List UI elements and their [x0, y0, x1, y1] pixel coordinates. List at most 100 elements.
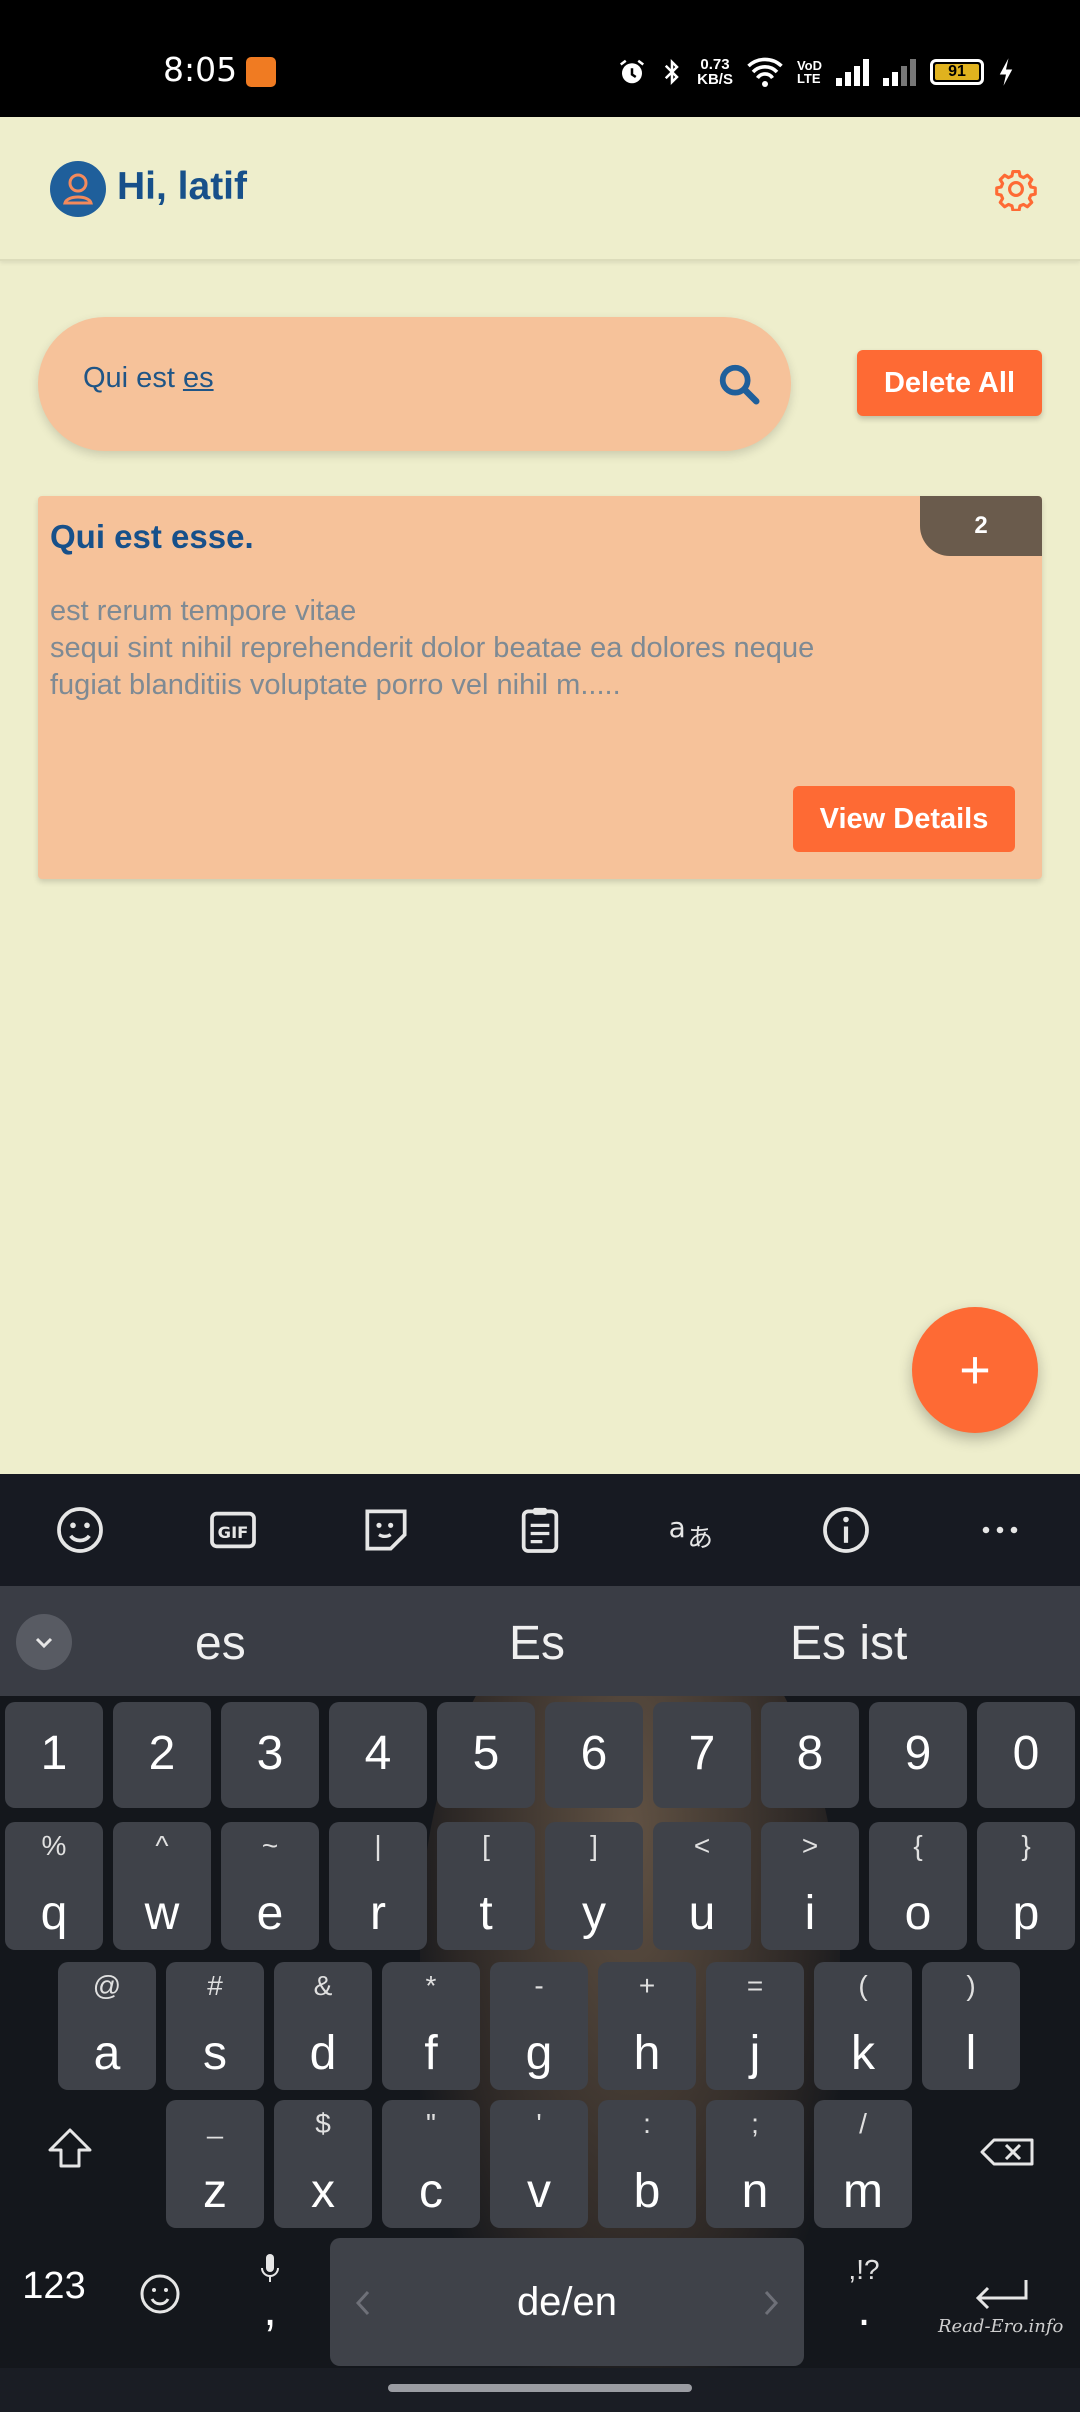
key-label: h: [633, 2027, 661, 2080]
search-bar[interactable]: Qui est es: [38, 317, 791, 451]
key-w[interactable]: ^ w: [113, 1822, 211, 1950]
key-4[interactable]: 4: [329, 1702, 427, 1808]
key-5[interactable]: 5: [437, 1702, 535, 1808]
key-label: f: [424, 2027, 438, 2080]
key-l[interactable]: ) l: [922, 1962, 1020, 2090]
key-alt-label: /: [859, 2108, 867, 2139]
comma-voice-key[interactable]: ,: [220, 2244, 320, 2364]
collapse-suggestions-button[interactable]: [16, 1614, 72, 1670]
key-s[interactable]: # s: [166, 1962, 264, 2090]
post-title: Qui est esse.: [50, 518, 254, 555]
key-g[interactable]: -g: [490, 1962, 588, 2090]
key-label: 9: [904, 1727, 932, 1780]
keyboard-toolbar: GIF aあ: [0, 1474, 1080, 1586]
key-o[interactable]: {o: [869, 1822, 967, 1950]
key-k[interactable]: (k: [814, 1962, 912, 2090]
key-i[interactable]: > i: [761, 1822, 859, 1950]
sticker-icon[interactable]: [358, 1502, 414, 1558]
alarm-icon: [620, 59, 645, 84]
chevron-down-icon: [35, 1637, 53, 1649]
key-label: 1: [40, 1727, 68, 1780]
avatar[interactable]: [50, 161, 106, 217]
search-input[interactable]: Qui est es: [83, 362, 683, 406]
key-6[interactable]: 6: [545, 1702, 643, 1808]
backspace-key[interactable]: [968, 2100, 1048, 2200]
key-label: n: [741, 2165, 769, 2218]
key-alt-label: @: [92, 1970, 122, 2001]
more-options-icon[interactable]: [972, 1502, 1028, 1558]
key-f[interactable]: * f: [382, 1962, 480, 2090]
period-key[interactable]: ,!? .: [824, 2244, 904, 2364]
key-8[interactable]: 8: [761, 1702, 859, 1808]
key-z[interactable]: _ z: [166, 2100, 264, 2228]
translate-icon[interactable]: aあ: [664, 1502, 720, 1558]
add-post-button[interactable]: +: [912, 1307, 1038, 1433]
key-d[interactable]: & d: [274, 1962, 372, 2090]
key-x[interactable]: $ x: [274, 2100, 372, 2228]
key-a[interactable]: @ a: [58, 1962, 156, 2090]
key-alt-label: }: [1021, 1830, 1031, 1861]
key-p[interactable]: } p: [977, 1822, 1075, 1950]
bluetooth-icon: [664, 58, 679, 86]
key-c[interactable]: " c: [382, 2100, 480, 2228]
key-3[interactable]: 3: [221, 1702, 319, 1808]
key-alt-label: ): [966, 1970, 976, 2001]
charging-icon: [999, 58, 1013, 86]
symbols-switch-key[interactable]: 123: [4, 2244, 104, 2344]
key-label: y: [582, 1887, 606, 1940]
key-alt-label: ^: [155, 1830, 169, 1861]
key-7[interactable]: 7: [653, 1702, 751, 1808]
chevron-right-icon: [764, 2290, 779, 2316]
key-1[interactable]: 1: [5, 1702, 103, 1808]
key-q[interactable]: % q: [5, 1822, 103, 1950]
key-j[interactable]: = j: [706, 1962, 804, 2090]
shift-icon: [48, 2128, 92, 2168]
key-label: e: [256, 1887, 284, 1940]
key-v[interactable]: ' v: [490, 2100, 588, 2228]
microphone-icon: [261, 2254, 279, 2282]
key-label: o: [904, 1887, 932, 1940]
key-label: k: [851, 2027, 875, 2080]
post-id-badge: 2: [920, 496, 1042, 556]
key-label: b: [633, 2165, 661, 2218]
key-t[interactable]: [t: [437, 1822, 535, 1950]
key-0[interactable]: 0: [977, 1702, 1075, 1808]
key-label: x: [311, 2165, 335, 2218]
view-details-button[interactable]: View Details: [793, 786, 1015, 852]
svg-text:GIF: GIF: [218, 1523, 249, 1542]
shift-key[interactable]: [30, 2100, 110, 2200]
key-u[interactable]: < u: [653, 1822, 751, 1950]
key-y[interactable]: ] y: [545, 1822, 643, 1950]
user-icon: [63, 173, 93, 205]
info-icon[interactable]: [818, 1502, 874, 1558]
suggestion-1[interactable]: es: [195, 1616, 246, 1671]
home-gesture-handle[interactable]: [388, 2384, 692, 2392]
space-key[interactable]: de/en: [330, 2238, 804, 2366]
battery-icon: 91: [930, 59, 984, 85]
key-alt-label: *: [425, 1970, 437, 2001]
key-9[interactable]: 9: [869, 1702, 967, 1808]
key-label: a: [93, 2027, 121, 2080]
key-alt-label: ~: [261, 1830, 279, 1861]
suggestion-3[interactable]: Es ist: [790, 1616, 907, 1671]
post-card[interactable]: Qui est esse. 2 est rerum tempore vitae …: [38, 496, 1042, 879]
key-n[interactable]: ; n: [706, 2100, 804, 2228]
gif-icon[interactable]: GIF: [205, 1502, 261, 1558]
suggestion-2[interactable]: Es: [509, 1616, 565, 1671]
svg-text:あ: あ: [687, 1523, 713, 1553]
key-2[interactable]: 2: [113, 1702, 211, 1808]
emoji-icon[interactable]: [52, 1502, 108, 1558]
emoji-key[interactable]: [120, 2244, 200, 2344]
clipboard-icon[interactable]: [512, 1502, 568, 1558]
key-r[interactable]: | r: [329, 1822, 427, 1950]
key-b[interactable]: :b: [598, 2100, 696, 2228]
key-h[interactable]: + h: [598, 1962, 696, 2090]
key-alt-label: {: [913, 1830, 923, 1861]
delete-all-button[interactable]: Delete All: [857, 350, 1042, 416]
key-e[interactable]: ~ e: [221, 1822, 319, 1950]
backspace-icon: [980, 2138, 1034, 2166]
search-icon[interactable]: [716, 361, 762, 407]
key-m[interactable]: / m: [814, 2100, 912, 2228]
key-label: q: [40, 1887, 68, 1940]
settings-gear-icon[interactable]: [994, 167, 1038, 211]
